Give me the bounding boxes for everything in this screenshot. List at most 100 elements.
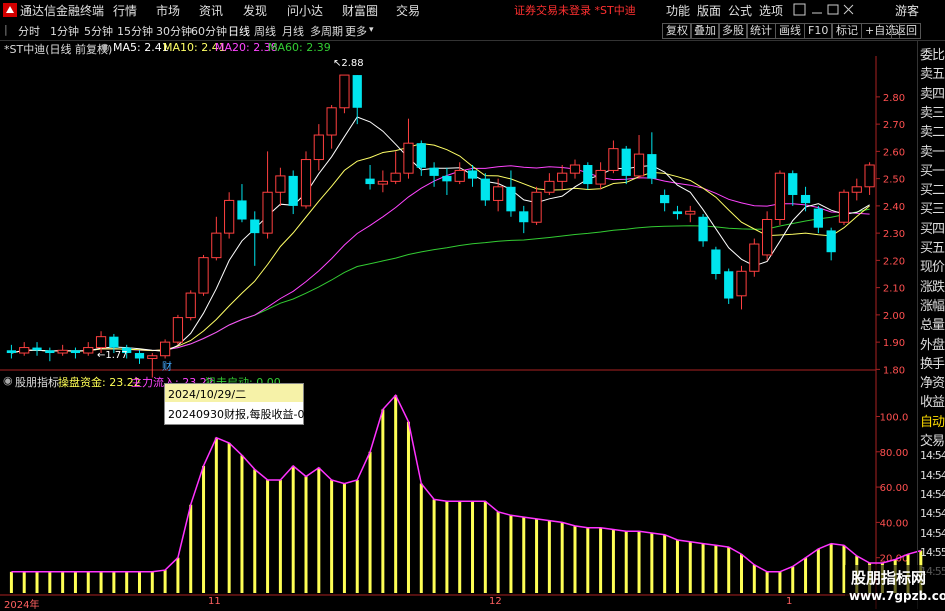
indicator-bar: [816, 548, 820, 593]
high-annotation: ↖2.88: [333, 58, 364, 69]
candle-body: [864, 164, 875, 188]
candle: [57, 344, 68, 356]
candle-body: [621, 148, 631, 176]
candle-body: [480, 178, 490, 201]
x-label-dec: 12: [489, 596, 502, 607]
side-panel-label: 卖五: [920, 67, 945, 83]
indicator-bar: [611, 529, 615, 593]
candle: [416, 140, 426, 176]
indicator-name: 股朋指标: [15, 376, 59, 389]
side-panel-label: 卖四: [920, 86, 945, 102]
indicator-bar: [35, 571, 39, 593]
candle: [864, 162, 875, 195]
side-panel-label: 14:54: [920, 487, 945, 501]
price-tick-label: 1.80: [883, 365, 905, 376]
candle-body: [583, 165, 593, 185]
candle-body: [134, 353, 145, 359]
candle-body: [838, 191, 850, 223]
indicator-bar: [752, 564, 756, 593]
candle-body: [672, 211, 683, 215]
candle-body: [237, 200, 247, 220]
financial-report-marker[interactable]: 财: [162, 358, 172, 373]
candle-body: [185, 292, 196, 319]
indicator-bar: [112, 571, 116, 593]
candle: [19, 342, 30, 356]
candle-body: [70, 350, 81, 354]
side-panel-label: 涨跌: [920, 279, 945, 295]
indicator-settings-icon[interactable]: ◉: [3, 374, 13, 387]
indicator-bar: [804, 557, 808, 593]
candle: [788, 170, 798, 206]
candle: [813, 205, 823, 234]
candle: [352, 75, 362, 125]
candle: [826, 227, 836, 261]
candle-body: [365, 178, 375, 185]
indicator-bar: [829, 543, 833, 593]
candle: [647, 132, 657, 185]
candle: [685, 205, 696, 223]
tooltip-text: 20240930财报,每股收益-0.360: [168, 408, 329, 421]
candle-body: [813, 208, 823, 228]
candle-body: [416, 143, 426, 168]
indicator-bar: [394, 395, 398, 593]
x-label-jan: 1: [786, 596, 793, 607]
watermark-title: 股朋指标网: [851, 569, 927, 587]
candle: [134, 350, 145, 364]
candle-body: [569, 164, 581, 174]
candle: [365, 165, 375, 190]
candle: [519, 205, 529, 234]
candle: [288, 170, 298, 215]
candle: [198, 254, 209, 296]
candle-body: [633, 153, 645, 177]
side-panel-label: 净资: [920, 376, 945, 392]
side-panel-label: 14:54: [920, 526, 945, 540]
candle-body: [467, 170, 478, 179]
indicator-tick-label: 40.00: [880, 518, 909, 529]
indicator-bar: [675, 540, 679, 593]
side-panel-label[interactable]: 自动: [920, 411, 945, 430]
candle-body: [19, 347, 30, 354]
candle: [531, 186, 542, 225]
indicator-bar: [22, 571, 26, 593]
price-tick-label: 2.60: [883, 147, 905, 158]
candle: [660, 189, 670, 212]
candle-body: [288, 175, 298, 206]
candle: [672, 205, 683, 220]
candle-body: [198, 257, 209, 294]
candle: [851, 178, 862, 201]
candle: [224, 192, 235, 239]
candle-body: [403, 142, 414, 174]
indicator-bar: [509, 515, 513, 593]
indicator-bar: [355, 480, 359, 593]
candle: [339, 74, 350, 114]
candle: [633, 135, 645, 179]
candle: [762, 211, 773, 261]
candle-body: [557, 172, 568, 182]
price-tick-label: 2.40: [883, 202, 905, 213]
candle: [70, 347, 81, 359]
candle-body: [724, 271, 734, 299]
watermark-url: www.7gpzb.com: [849, 589, 945, 603]
indicator-bar: [637, 531, 641, 593]
indicator-bar: [560, 522, 564, 593]
indicator-bar: [368, 451, 372, 593]
indicator-bar: [163, 570, 167, 593]
price-tick-label: 2.30: [883, 229, 905, 240]
candle: [724, 268, 734, 304]
side-panel-label[interactable]: 交易: [920, 430, 945, 449]
ma-lines: [11, 116, 870, 354]
indicator-bar: [471, 501, 475, 593]
candle-body: [159, 341, 171, 357]
price-axis: 2.80 2.70 2.60 2.50 2.40 2.30 2.20 2.10 2.00 1.90…: [876, 93, 905, 376]
chart-canvas[interactable]: 2.80 2.70 2.60 2.50 2.40 2.30 2.20 2.10 2.00 1.90…: [0, 0, 945, 609]
candle-body: [109, 336, 119, 348]
indicator-bar: [202, 465, 206, 593]
indicator-bar: [547, 520, 551, 593]
candle: [326, 105, 337, 149]
candle: [237, 184, 247, 223]
side-panel-label: 买二: [920, 183, 945, 199]
indicator-bar: [214, 437, 218, 593]
indicator-bar: [778, 571, 782, 593]
candle-body: [442, 175, 452, 182]
indicator-bar: [483, 501, 487, 593]
